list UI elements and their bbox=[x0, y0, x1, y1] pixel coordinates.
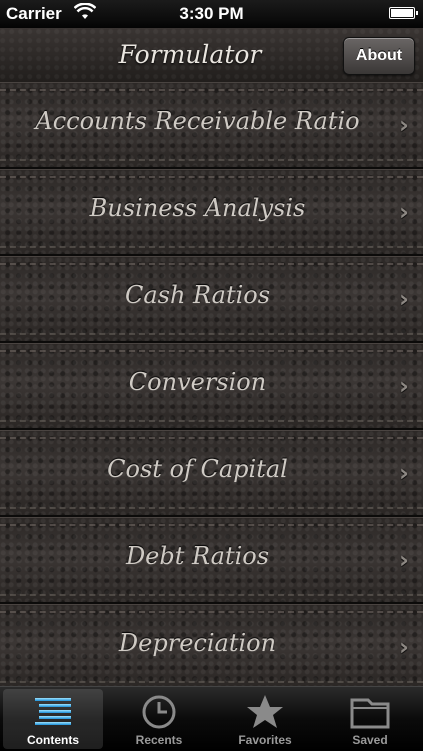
page-title: Formulator bbox=[118, 40, 262, 69]
chevron-right-icon: › bbox=[399, 546, 409, 574]
list-icon bbox=[35, 698, 71, 725]
tab-contents[interactable]: Contents bbox=[3, 689, 103, 749]
chevron-right-icon: › bbox=[399, 633, 409, 661]
status-time: 3:30 PM bbox=[179, 4, 244, 23]
contents-list: Accounts Receivable Ratio › Business Ana… bbox=[0, 82, 423, 686]
list-item[interactable]: Debt Ratios › bbox=[0, 517, 423, 604]
list-item[interactable]: Cash Ratios › bbox=[0, 256, 423, 343]
list-item[interactable]: Cost of Capital › bbox=[0, 430, 423, 517]
list-item-label: Cash Ratios bbox=[124, 281, 271, 309]
tab-recents[interactable]: Recents bbox=[109, 689, 209, 749]
tab-saved[interactable]: Saved bbox=[320, 689, 420, 749]
list-item-label: Cost of Capital bbox=[107, 455, 288, 483]
clock-icon bbox=[142, 695, 176, 729]
tab-label: Contents bbox=[27, 733, 79, 747]
list-item-label: Conversion bbox=[128, 368, 267, 396]
folder-icon bbox=[350, 698, 390, 729]
tab-bar: Contents Recents Favorites Saved bbox=[0, 686, 423, 751]
chevron-right-icon: › bbox=[399, 372, 409, 400]
battery-icon bbox=[389, 7, 418, 19]
tab-label: Saved bbox=[352, 733, 388, 747]
chevron-right-icon: › bbox=[399, 285, 409, 313]
list-item[interactable]: Accounts Receivable Ratio › bbox=[0, 82, 423, 169]
tab-favorites[interactable]: Favorites bbox=[215, 689, 315, 749]
list-item-label: Depreciation bbox=[118, 629, 277, 657]
list-item-label: Accounts Receivable Ratio bbox=[35, 107, 360, 135]
list-item[interactable]: Conversion › bbox=[0, 343, 423, 430]
chevron-right-icon: › bbox=[399, 198, 409, 226]
chevron-right-icon: › bbox=[399, 111, 409, 139]
tab-label: Recents bbox=[135, 733, 183, 747]
navigation-bar: Formulator About bbox=[0, 28, 423, 83]
star-icon bbox=[247, 695, 283, 728]
list-item-label: Business Analysis bbox=[89, 194, 306, 222]
about-button[interactable]: About bbox=[343, 37, 415, 75]
tab-label: Favorites bbox=[238, 733, 292, 747]
status-bar: Carrier 3:30 PM bbox=[0, 0, 423, 28]
list-item[interactable]: Depreciation › bbox=[0, 604, 423, 686]
chevron-right-icon: › bbox=[399, 459, 409, 487]
list-item-label: Debt Ratios bbox=[125, 542, 270, 570]
list-item[interactable]: Business Analysis › bbox=[0, 169, 423, 256]
